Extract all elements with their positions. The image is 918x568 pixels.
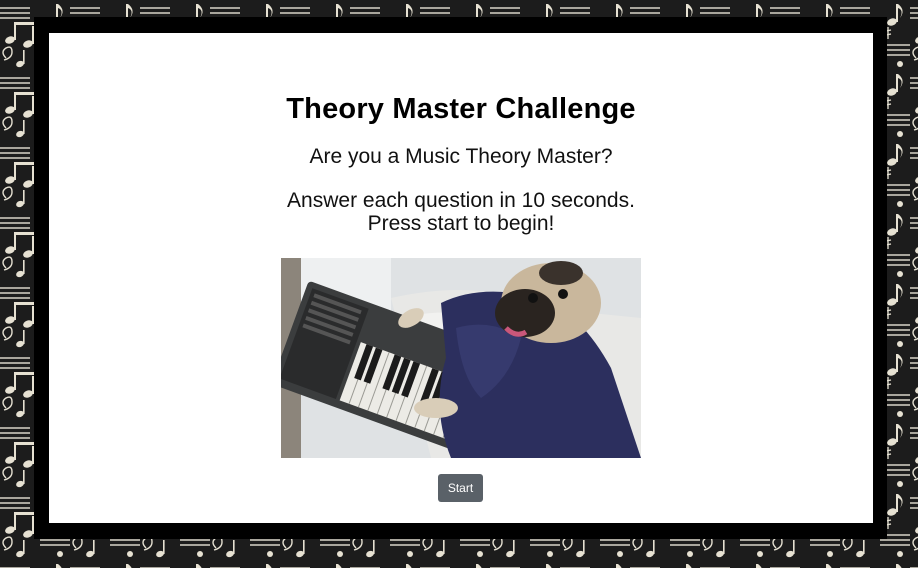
instructions: Answer each question in 10 seconds. Pres… <box>49 189 873 235</box>
intro-question: Are you a Music Theory Master? <box>309 145 613 168</box>
intro-card: Theory Master Challenge Are you a Music … <box>49 33 873 523</box>
pug-keyboard-image <box>281 258 641 458</box>
instructions-line-1: Answer each question in 10 seconds. <box>287 189 635 212</box>
start-button[interactable]: Start <box>438 474 483 502</box>
page-title: Theory Master Challenge <box>286 93 636 125</box>
instructions-line-2: Press start to begin! <box>367 212 555 235</box>
